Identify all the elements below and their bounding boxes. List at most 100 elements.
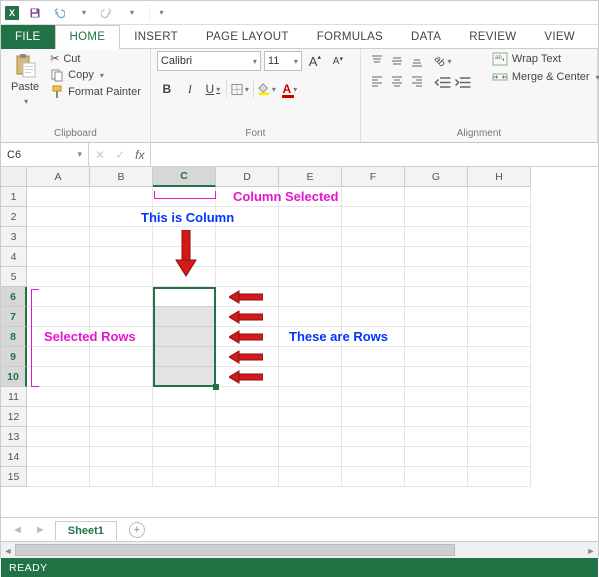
cell[interactable] — [216, 407, 279, 427]
cell[interactable] — [342, 367, 405, 387]
column-header[interactable]: B — [90, 167, 153, 187]
format-painter-button[interactable]: Format Painter — [47, 84, 144, 100]
cell[interactable] — [342, 407, 405, 427]
tab-file[interactable]: FILE — [1, 25, 55, 49]
undo-button[interactable] — [51, 5, 67, 21]
new-sheet-button[interactable]: + — [129, 522, 145, 538]
cell[interactable] — [90, 267, 153, 287]
cell[interactable] — [279, 287, 342, 307]
cell[interactable] — [90, 307, 153, 327]
cell[interactable] — [405, 207, 468, 227]
cell[interactable] — [405, 267, 468, 287]
fill-color-button[interactable] — [257, 79, 277, 99]
cell[interactable] — [153, 327, 216, 347]
cell[interactable] — [342, 247, 405, 267]
cell[interactable] — [279, 247, 342, 267]
cancel-formula-button[interactable]: ✕ — [95, 148, 105, 162]
enter-formula-button[interactable]: ✓ — [115, 148, 125, 162]
tab-view[interactable]: VIEW — [530, 25, 589, 49]
cell[interactable] — [279, 307, 342, 327]
cell[interactable] — [405, 407, 468, 427]
cell[interactable] — [216, 467, 279, 487]
cell[interactable] — [468, 467, 531, 487]
undo-dropdown[interactable] — [75, 5, 91, 21]
decrease-indent-button[interactable] — [433, 74, 453, 94]
cell[interactable] — [468, 307, 531, 327]
row-header[interactable]: 14 — [1, 447, 27, 467]
cell[interactable] — [27, 267, 90, 287]
redo-button[interactable] — [99, 5, 115, 21]
cell[interactable] — [405, 427, 468, 447]
bold-button[interactable]: B — [157, 79, 177, 99]
tab-review[interactable]: REVIEW — [455, 25, 530, 49]
cell[interactable] — [405, 447, 468, 467]
horizontal-scrollbar[interactable]: ◄ ► — [1, 541, 598, 558]
cell[interactable] — [27, 387, 90, 407]
cell[interactable] — [468, 187, 531, 207]
cell[interactable] — [468, 427, 531, 447]
orientation-button[interactable]: ab — [433, 51, 453, 71]
column-header[interactable]: F — [342, 167, 405, 187]
cell[interactable] — [90, 447, 153, 467]
cell[interactable] — [279, 227, 342, 247]
cell[interactable] — [27, 407, 90, 427]
cell[interactable] — [405, 307, 468, 327]
cell[interactable] — [405, 327, 468, 347]
underline-button[interactable]: U — [203, 79, 223, 99]
cell[interactable] — [279, 367, 342, 387]
cell[interactable] — [216, 247, 279, 267]
cell[interactable] — [27, 447, 90, 467]
row-header[interactable]: 12 — [1, 407, 27, 427]
sheet-nav-prev[interactable]: ◄ — [9, 524, 26, 536]
font-size-combo[interactable]: 11▾ — [264, 51, 302, 71]
row-header[interactable]: 13 — [1, 427, 27, 447]
sheet-tab[interactable]: Sheet1 — [55, 521, 117, 540]
cell[interactable] — [216, 447, 279, 467]
cell[interactable] — [342, 227, 405, 247]
column-header[interactable]: A — [27, 167, 90, 187]
increase-indent-button[interactable] — [453, 74, 473, 94]
tab-data[interactable]: DATA — [397, 25, 455, 49]
cell[interactable] — [342, 467, 405, 487]
cell[interactable] — [405, 287, 468, 307]
column-header[interactable]: H — [468, 167, 531, 187]
cell[interactable] — [405, 367, 468, 387]
cell[interactable] — [342, 447, 405, 467]
merge-center-button[interactable]: Merge & Center — [489, 69, 599, 85]
cell[interactable] — [342, 207, 405, 227]
cell[interactable] — [90, 407, 153, 427]
cell[interactable] — [468, 287, 531, 307]
cell[interactable] — [279, 347, 342, 367]
cell[interactable] — [27, 247, 90, 267]
cell[interactable] — [153, 407, 216, 427]
align-bottom-button[interactable] — [407, 51, 427, 71]
qat-customize[interactable] — [149, 5, 165, 21]
cell[interactable] — [342, 307, 405, 327]
cell[interactable] — [90, 387, 153, 407]
cell[interactable] — [27, 187, 90, 207]
cell[interactable] — [405, 247, 468, 267]
cell[interactable] — [90, 187, 153, 207]
cell[interactable] — [27, 207, 90, 227]
cell[interactable] — [153, 307, 216, 327]
align-top-button[interactable] — [367, 51, 387, 71]
tab-home[interactable]: HOME — [55, 25, 121, 50]
row-header[interactable]: 9 — [1, 347, 27, 367]
cell[interactable] — [90, 227, 153, 247]
font-name-combo[interactable]: Calibri▾ — [157, 51, 261, 71]
cell[interactable] — [216, 267, 279, 287]
sheet-nav-next[interactable]: ► — [32, 524, 49, 536]
cell[interactable] — [468, 367, 531, 387]
cell[interactable] — [216, 227, 279, 247]
row-header[interactable]: 4 — [1, 247, 27, 267]
cell[interactable] — [342, 387, 405, 407]
row-header[interactable]: 10 — [1, 367, 27, 387]
cell[interactable] — [279, 387, 342, 407]
cell[interactable] — [405, 467, 468, 487]
cell[interactable] — [468, 267, 531, 287]
cell[interactable] — [279, 467, 342, 487]
cell[interactable] — [468, 247, 531, 267]
cell[interactable] — [90, 347, 153, 367]
select-all-corner[interactable] — [1, 167, 27, 187]
cell[interactable] — [153, 427, 216, 447]
